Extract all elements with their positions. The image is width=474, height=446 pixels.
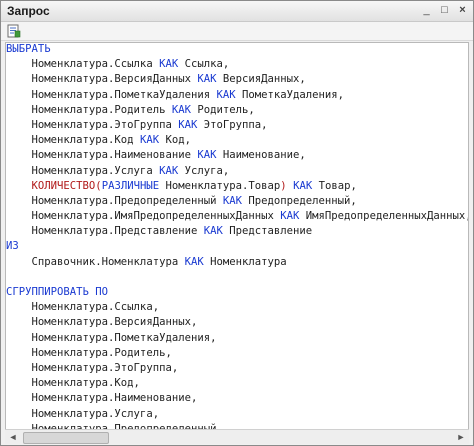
code-token: ЭтоГруппа,	[197, 118, 268, 131]
code-token: ВерсияДанных,	[216, 73, 306, 86]
code-token: Номенклатура.Код	[6, 134, 140, 147]
keyword-token: КАК	[222, 194, 242, 207]
code-token: Номенклатура.Код,	[6, 377, 140, 390]
code-token: Номенклатура.Наименование	[6, 149, 198, 162]
close-button[interactable]: ×	[456, 4, 469, 17]
code-token: Представление	[222, 225, 313, 238]
code-line: Номенклатура.ЭтоГруппа,	[6, 361, 468, 376]
code-token: ПометкаУдаления,	[235, 88, 345, 101]
code-token: Справочник.Номенклатура	[6, 255, 185, 268]
keyword-token: КАК	[280, 210, 300, 223]
code-line: Номенклатура.Код КАК Код,	[6, 133, 468, 148]
code-line: Номенклатура.Ссылка КАК Ссылка,	[6, 57, 468, 72]
query-designer-icon[interactable]	[7, 24, 21, 38]
title-bar[interactable]: Запрос _ □ ×	[1, 1, 473, 22]
keyword-token: РАЗЛИЧНЫЕ	[101, 179, 160, 192]
code-token: Номенклатура.ВерсияДанных,	[6, 316, 198, 329]
function-token: КОЛИЧЕСТВО(	[31, 179, 102, 192]
horizontal-scrollbar[interactable]: ◄ ►	[5, 429, 469, 444]
code-token: Наименование,	[216, 149, 306, 162]
maximize-button[interactable]: □	[438, 4, 451, 17]
code-token: Номенклатура.ПометкаУдаления,	[6, 331, 217, 344]
code-line: Номенклатура.ПометкаУдаления КАК Пометка…	[6, 88, 468, 103]
code-token: Номенклатура.Родитель	[6, 103, 172, 116]
query-window: Запрос _ □ × ВЫБРАТЬ Номенклатура.Ссылка…	[0, 0, 474, 446]
code-line: КОЛИЧЕСТВО(РАЗЛИЧНЫЕ Номенклатура.Товар)…	[6, 179, 468, 194]
keyword-token: КАК	[203, 225, 223, 238]
code-line: Номенклатура.ПометкаУдаления,	[6, 331, 468, 346]
code-line: Номенклатура.Родитель,	[6, 346, 468, 361]
code-token: Номенклатура.ЭтоГруппа	[6, 118, 179, 131]
keyword-token: КАК	[216, 88, 236, 101]
keyword-token: КАК	[184, 255, 204, 268]
code-line: Номенклатура.ВерсияДанных,	[6, 315, 468, 330]
code-line: ИЗ	[6, 239, 468, 254]
code-line: Справочник.Номенклатура КАК Номенклатура	[6, 255, 468, 270]
keyword-token: КАК	[139, 134, 160, 147]
code-token: Родитель,	[190, 103, 255, 116]
code-line: СГРУППИРОВАТЬ ПО	[6, 285, 468, 300]
keyword-token: КАК	[197, 149, 217, 162]
code-token: Номенклатура.ЭтоГруппа,	[6, 361, 179, 374]
keyword-token: КАК	[178, 118, 198, 131]
toolbar	[1, 22, 473, 41]
code-line: Номенклатура.Представление КАК Представл…	[6, 224, 468, 239]
code-line: Номенклатура.Наименование КАК Наименован…	[6, 148, 468, 163]
code-token: Номенклатура.Ссылка,	[6, 301, 160, 314]
code-token: Номенклатура.ПометкаУдаления	[6, 88, 217, 101]
code-line: ВЫБРАТЬ	[6, 43, 468, 57]
code-line: Номенклатура.Ссылка,	[6, 300, 468, 315]
keyword-token: КАК	[171, 103, 191, 116]
code-line: Номенклатура.Предопределенный КАК Предоп…	[6, 194, 468, 209]
code-token: ИмяПредопределенныхДанных,	[299, 210, 469, 223]
code-token: Номенклатура	[203, 255, 287, 268]
keyword-token: КАК	[197, 73, 217, 86]
code-line: Номенклатура.Наименование,	[6, 391, 468, 406]
code-token: Номенклатура.Представление	[6, 225, 204, 238]
keyword-token: СГРУППИРОВАТЬ ПО	[6, 286, 109, 298]
code-line: Номенклатура.Услуга КАК Услуга,	[6, 164, 468, 179]
keyword-token: КАК	[159, 58, 179, 71]
code-token: Товар,	[312, 179, 357, 192]
code-token: Номенклатура.Услуга	[6, 164, 160, 177]
code-token: Код,	[159, 134, 191, 147]
query-text-editor[interactable]: ВЫБРАТЬ Номенклатура.Ссылка КАК Ссылка, …	[5, 42, 469, 430]
code-line: Номенклатура.Код,	[6, 376, 468, 391]
keyword-token: КАК	[293, 179, 313, 192]
code-token: Номенклатура.Услуга,	[6, 407, 160, 420]
window-title: Запрос	[7, 4, 50, 18]
scrollbar-thumb[interactable]	[23, 432, 109, 444]
code-line: Номенклатура.Услуга,	[6, 407, 468, 422]
keyword-token: КАК	[159, 164, 179, 177]
keyword-token: ИЗ	[6, 240, 19, 253]
code-line: Номенклатура.Родитель КАК Родитель,	[6, 103, 468, 118]
code-line: Номенклатура.ИмяПредопределенныхДанных К…	[6, 209, 469, 224]
code-token: Услуга,	[178, 164, 230, 177]
code-token: Номенклатура.Товар	[159, 179, 281, 192]
code-token: Ссылка,	[178, 58, 230, 71]
code-line: Номенклатура.ВерсияДанных КАК ВерсияДанн…	[6, 72, 468, 87]
code-token: Номенклатура.Ссылка	[6, 58, 160, 71]
code-token: Номенклатура.Наименование,	[6, 392, 198, 405]
code-token: Номенклатура.Родитель,	[6, 346, 172, 359]
keyword-token: ВЫБРАТЬ	[6, 43, 51, 55]
code-token: Номенклатура.ИмяПредопределенныхДанных	[6, 210, 281, 223]
minimize-button[interactable]: _	[420, 4, 433, 17]
code-token: Номенклатура.Предопределенный	[6, 194, 223, 207]
code-line: Номенклатура.ЭтоГруппа КАК ЭтоГруппа,	[6, 118, 468, 133]
scroll-left-icon[interactable]: ◄	[7, 431, 19, 443]
code-token: Номенклатура.ВерсияДанных	[6, 73, 198, 86]
code-token: Предопределенный,	[242, 194, 357, 207]
query-code: ВЫБРАТЬ Номенклатура.Ссылка КАК Ссылка, …	[6, 43, 469, 429]
scroll-right-icon[interactable]: ►	[455, 431, 467, 443]
